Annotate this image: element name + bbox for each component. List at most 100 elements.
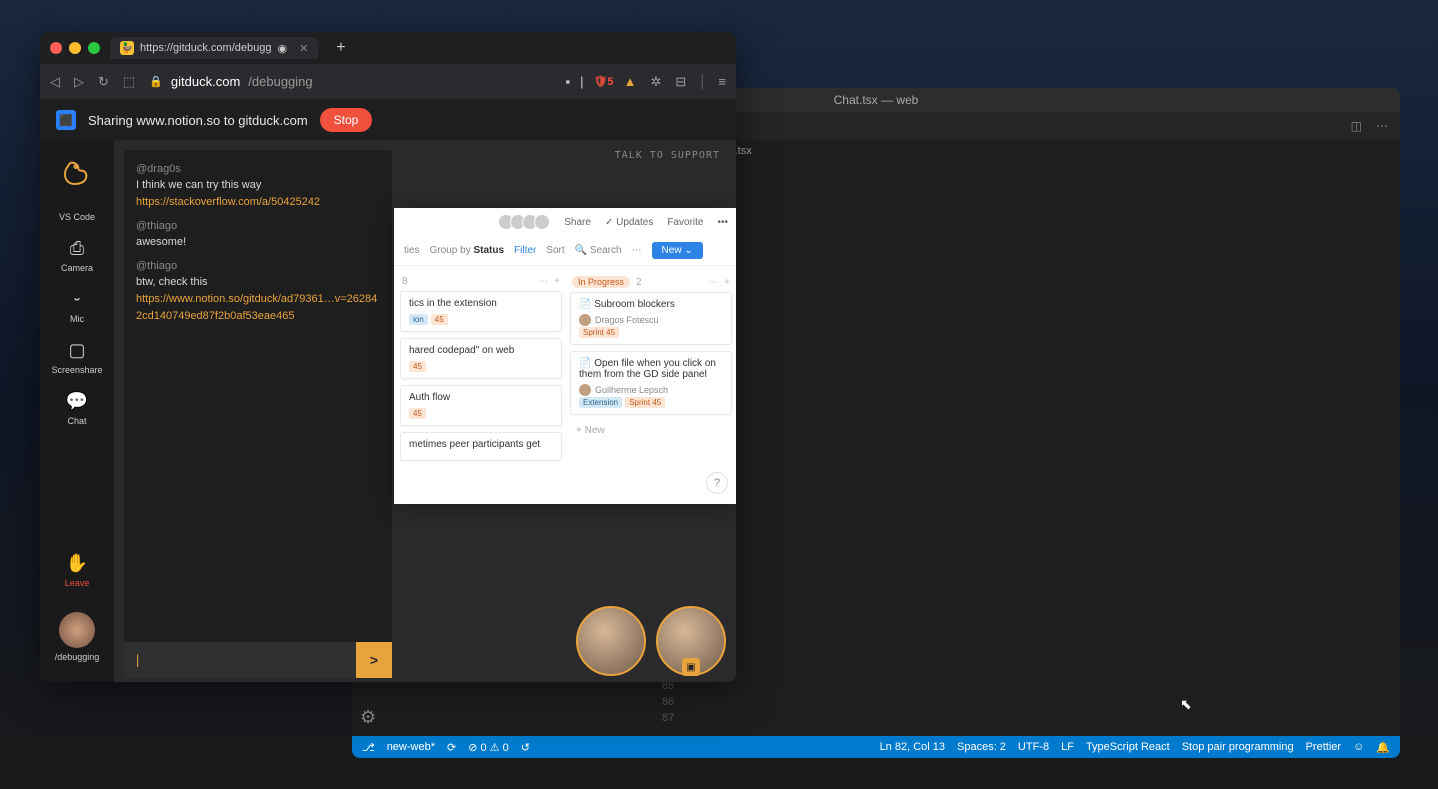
cursor-position[interactable]: Ln 82, Col 13 [880,741,945,753]
chat-messages: @drag0sI think we can try this wayhttps:… [124,150,392,642]
sync-icon[interactable]: ⎇ [362,741,375,754]
window-controls[interactable] [50,42,100,54]
gitduck-logo-icon[interactable] [57,152,97,192]
notion-filter[interactable]: Filter [514,245,536,256]
notion-new-button[interactable]: New ⌄ [652,242,703,259]
settings-gear-icon[interactable]: ⚙ [360,707,376,728]
history-icon[interactable]: ↺ [521,741,530,754]
notion-presence-avatars[interactable] [502,214,550,230]
reload-icon[interactable]: ↻ [98,74,109,90]
room-indicator[interactable]: /debugging [40,604,114,670]
camera-ext-icon[interactable]: ▪ [565,74,570,89]
browser-toolbar: ◁ ▷ ↻ ⬚ 🔒 gitduck.com/debugging ▪ | 🛡5 ▲… [40,64,736,100]
prettier-status[interactable]: Prettier [1306,741,1341,753]
notion-search[interactable]: 🔍 Search [575,245,622,256]
notification-icon[interactable]: 🔔 [1376,741,1390,754]
lock-icon: 🔒 [149,75,163,88]
minimize-window-icon[interactable] [69,42,81,54]
notion-column-left: 8⋯+ tics in the extensionion 45 hared co… [400,272,562,467]
address-bar[interactable]: 🔒 gitduck.com/debugging [149,74,551,89]
menu-icon[interactable]: ≡ [718,74,726,89]
new-tab-button[interactable]: + [328,39,353,57]
browser-tab-strip: 🦆 https://gitduck.com/debugg ◉ ✕ + [40,32,736,64]
forward-icon[interactable]: ▷ [74,74,84,90]
extension-misc-icon[interactable]: ⊟ [675,74,686,90]
extension-gear-icon[interactable]: ✲ [650,74,661,90]
sidebar-item-screenshare[interactable]: ▢Screenshare [47,332,106,383]
col-more-icon[interactable]: ⋯ [538,276,548,287]
warning-ext-icon[interactable]: ▲ [624,74,637,89]
notion-favorite[interactable]: Favorite [667,217,703,228]
stop-pair-button[interactable]: Stop pair programming [1182,741,1294,753]
favicon-duck-icon: 🦆 [120,41,134,55]
chat-send-button[interactable]: > [356,642,392,678]
camera-icon: ⎙ [70,238,84,259]
notion-screenshare: Share Updates Favorite ••• ties Group by… [394,208,736,504]
notion-more-icon[interactable]: ••• [717,217,728,228]
back-icon[interactable]: ◁ [50,74,60,90]
notion-share[interactable]: Share [564,217,591,228]
page-content: VS Code⎙Camera⏑Mic▢Screenshare💬Chat ✋ Le… [40,140,736,682]
divider: | [580,74,583,89]
eol-indicator[interactable]: LF [1061,741,1074,753]
col-add-icon[interactable]: + [554,276,560,287]
divider: | [700,73,704,91]
notion-card[interactable]: hared codepad" on web45 [400,338,562,379]
chat-icon: 💬 [66,391,88,412]
bookmark-icon[interactable]: ⬚ [123,74,135,90]
notion-updates[interactable]: Updates [605,217,653,228]
error-count[interactable]: ⊘ 0 ⚠ 0 [468,741,509,754]
notion-card[interactable]: 📄 Open file when you click on them from … [570,351,732,415]
feedback-icon[interactable]: ☺ [1353,741,1364,753]
participant-videos: ▣ [576,606,726,676]
encoding-indicator[interactable]: UTF-8 [1018,741,1049,753]
sidebar-item-chat[interactable]: 💬Chat [47,383,106,434]
gitduck-sidebar: VS Code⎙Camera⏑Mic▢Screenshare💬Chat ✋ Le… [40,140,114,682]
split-editor-icon[interactable]: ◫ [1351,119,1362,133]
hand-icon: ✋ [66,553,88,574]
sidebar-item-camera[interactable]: ⎙Camera [47,230,106,281]
chat-panel: @drag0sI think we can try this wayhttps:… [124,150,392,678]
talk-to-support-link[interactable]: TALK TO SUPPORT [615,150,720,161]
participant-video-2[interactable]: ▣ [656,606,726,676]
notion-card[interactable]: Auth flow45 [400,385,562,426]
notion-card[interactable]: tics in the extensionion 45 [400,291,562,332]
spaces-indicator[interactable]: Spaces: 2 [957,741,1006,753]
screenshare-badge-icon: ▣ [682,658,700,676]
browser-window: 🦆 https://gitduck.com/debugg ◉ ✕ + ◁ ▷ ↻… [40,32,736,682]
more-actions-icon[interactable]: ⋯ [1376,119,1388,133]
mouse-pointer-icon: ⬉ [1180,696,1192,712]
line-numbers: 858687 [662,678,674,726]
participant-video-1[interactable] [576,606,646,676]
tab-audio-icon[interactable]: ◉ [277,42,287,55]
sync-status-icon[interactable]: ⟳ [447,741,456,754]
sidebar-item-vs-code[interactable]: VS Code [47,200,106,230]
screenshare-banner: ⬛ Sharing www.notion.so to gitduck.com S… [40,100,736,140]
chat-input[interactable] [124,642,356,678]
col-more-icon[interactable]: ⋯ [708,277,718,288]
notion-card[interactable]: 📄 Subroom blockersDragos FotescuSprint 4… [570,292,732,345]
notion-new-card[interactable]: + New [570,421,732,440]
screenshare-icon: ▢ [68,340,85,361]
notion-help-icon[interactable]: ? [706,472,728,494]
close-window-icon[interactable] [50,42,62,54]
status-bar: ⎇ new-web* ⟳ ⊘ 0 ⚠ 0 ↺ Ln 82, Col 13 Spa… [352,736,1400,758]
user-avatar [59,612,95,648]
share-icon: ⬛ [56,110,76,130]
close-tab-icon[interactable]: ✕ [299,42,308,55]
col-add-icon[interactable]: + [724,277,730,288]
leave-button[interactable]: ✋ Leave [40,545,114,596]
maximize-window-icon[interactable] [88,42,100,54]
branch-name[interactable]: new-web* [387,741,435,753]
browser-tab[interactable]: 🦆 https://gitduck.com/debugg ◉ ✕ [110,37,318,59]
gitduck-main: TALK TO SUPPORT @drag0sI think we can tr… [114,140,736,682]
notion-sort[interactable]: Sort [546,245,564,256]
language-mode[interactable]: TypeScript React [1086,741,1170,753]
sidebar-item-mic[interactable]: ⏑Mic [47,281,106,332]
stop-share-button[interactable]: Stop [320,108,373,132]
notion-card[interactable]: metimes peer participants get [400,432,562,461]
brave-shield-icon[interactable]: 🛡5 [593,75,613,88]
notion-view-label: ties [404,245,420,256]
notion-more-icon[interactable]: ⋯ [632,245,642,256]
notion-column-inprogress: In Progress2⋯+ 📄 Subroom blockersDragos … [570,272,732,467]
